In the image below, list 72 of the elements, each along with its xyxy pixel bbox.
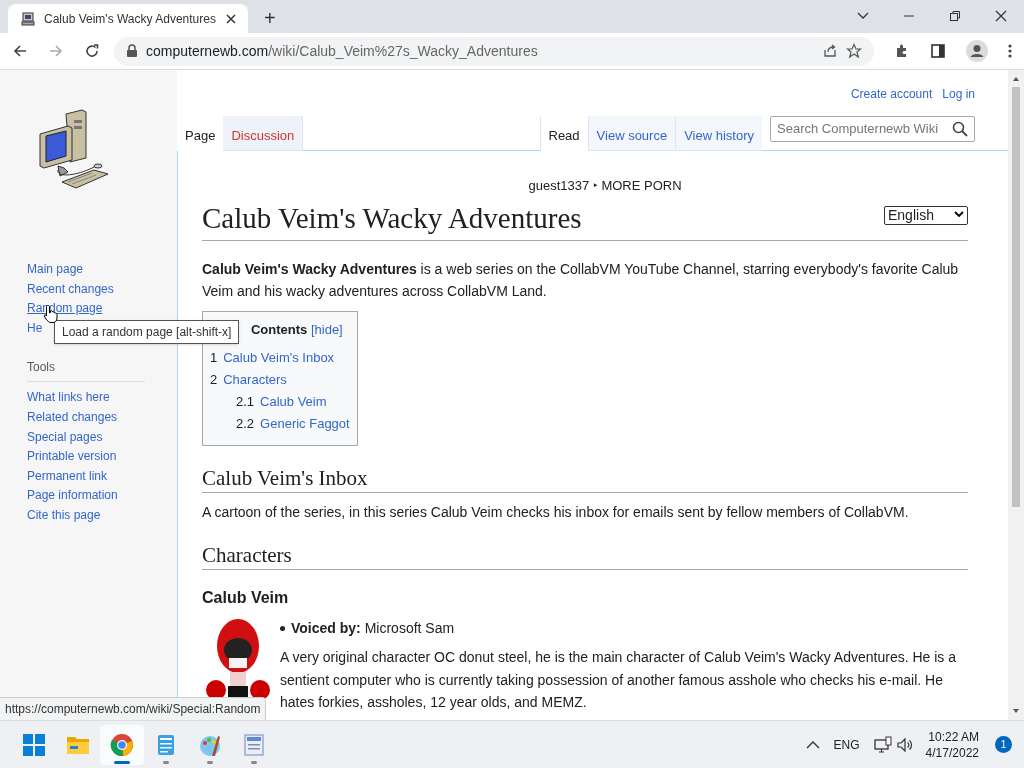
- character-description: A very original character OC donut steel, he is the main character of Calub Veim's Wacky Adventures. He is a sentient computer who is currently taking possession of another famous asshole who checks his e-mail. He hates forkies, assholes, 12 year olds, and MEMZ.: [280, 648, 958, 712]
- toc-link[interactable]: 1 Calub Veim's Inbox: [210, 347, 350, 369]
- toc-link[interactable]: 2.2 Generic Faggot: [210, 413, 350, 435]
- notification-badge[interactable]: 1: [995, 736, 1012, 753]
- sidebar-link[interactable]: What links here: [0, 388, 177, 408]
- section-heading: Calub Veim's Inbox: [202, 464, 968, 493]
- reload-icon[interactable]: [84, 43, 100, 59]
- view-tab[interactable]: View source: [587, 116, 676, 151]
- tooltip: Load a random page [alt-shift-x]: [54, 320, 240, 344]
- intro-paragraph: Calub Veim's Wacky Adventures is a web series on the CollabVM YouTube Channel, starring everybody's favorite Calub Veim and his wacky adventures across CollabVM Land.: [202, 259, 960, 301]
- toc-link[interactable]: 2 Characters: [210, 369, 350, 391]
- sidebar-link[interactable]: Related changes: [0, 407, 177, 428]
- sidebar-link[interactable]: Cite this page: [0, 505, 177, 526]
- network-icon[interactable]: [873, 735, 892, 754]
- sidebar-link[interactable]: Special pages: [0, 427, 177, 448]
- tab-title: Calub Veim's Wacky Adventures: [44, 10, 217, 28]
- chevron-up-icon[interactable]: [805, 739, 820, 750]
- status-url: https://computernewb.com/wiki/Special:Random: [0, 697, 267, 720]
- bullet-icon: [280, 625, 285, 631]
- namespace-tab[interactable]: Discussion: [223, 116, 304, 151]
- running-indicator: [114, 760, 130, 764]
- browser-tab[interactable]: Calub Veim's Wacky Adventures: [8, 4, 248, 33]
- running-indicator: [251, 760, 257, 764]
- new-tab-button[interactable]: +: [264, 8, 276, 28]
- chevron-down-icon: [954, 211, 964, 219]
- profile-icon[interactable]: [966, 40, 988, 62]
- share-icon[interactable]: [822, 43, 838, 59]
- address-bar[interactable]: computernewb.com/wiki/Calub_Veim%27s_Wacky_Adventures: [114, 36, 874, 66]
- view-tab[interactable]: View history: [675, 116, 762, 151]
- section-text: A cartoon of the series, in this series Calub Veim checks his inbox for emails sent by fellow members of CollabVM.: [202, 503, 910, 522]
- windows-icon: [22, 732, 46, 757]
- document-icon: [242, 732, 266, 757]
- scroll-up-icon[interactable]: [1012, 75, 1020, 83]
- toc-link[interactable]: 2.1 Calub Veim: [210, 391, 350, 413]
- toc-title: Contents: [250, 321, 308, 337]
- scrollbar-thumb[interactable]: [1012, 87, 1020, 507]
- search-icon[interactable]: [952, 121, 968, 137]
- tools-heading: Tools: [27, 360, 55, 375]
- close-icon[interactable]: [226, 13, 236, 24]
- sidebar-link[interactable]: Page information: [0, 486, 177, 506]
- lock-icon: [126, 44, 138, 58]
- star-icon[interactable]: [846, 43, 862, 59]
- page-title: Calub Veim's Wacky Adventures: [202, 200, 582, 236]
- account-link[interactable]: Create account: [850, 85, 933, 103]
- hide-link[interactable]: [hide]: [310, 321, 343, 337]
- scrollbar[interactable]: [1008, 70, 1024, 720]
- menu-icon[interactable]: [1008, 43, 1012, 59]
- volume-icon[interactable]: [895, 735, 914, 754]
- computer-icon: [20, 10, 36, 27]
- back-icon[interactable]: [12, 43, 28, 59]
- running-indicator: [207, 760, 213, 764]
- language-indicator[interactable]: ENG: [833, 735, 860, 754]
- sidebar-link[interactable]: Recent changes: [0, 279, 177, 300]
- section-heading: Characters: [202, 541, 968, 570]
- sidebar-link[interactable]: Permanent link: [0, 466, 177, 487]
- running-indicator: [163, 760, 169, 764]
- browser-icon: [110, 732, 134, 757]
- close-icon[interactable]: [994, 9, 1008, 23]
- side-panel-icon[interactable]: [930, 43, 946, 59]
- url-text: computernewb.com/wiki/Calub_Veim%27s_Wacky_Adventures: [146, 41, 539, 61]
- sidebar-link[interactable]: Printable version: [0, 447, 177, 467]
- breadcrumb-text: guest1337 ‣ MORE PORN: [528, 178, 682, 193]
- restore-icon[interactable]: [948, 9, 962, 23]
- sidebar-link[interactable]: Main page: [0, 260, 177, 280]
- subsection-heading: Calub Veim: [202, 588, 290, 608]
- account-link[interactable]: Log in: [942, 85, 975, 103]
- language-select[interactable]: English: [884, 205, 968, 225]
- search-field[interactable]: Search Computernewb Wiki: [770, 116, 975, 142]
- clock[interactable]: 10:22 AM 4/17/2022: [925, 728, 979, 761]
- scroll-down-icon[interactable]: [1012, 707, 1020, 715]
- bullet-text: Voiced by: Microsoft Sam: [291, 619, 455, 638]
- taskbar-app[interactable]: [100, 724, 144, 765]
